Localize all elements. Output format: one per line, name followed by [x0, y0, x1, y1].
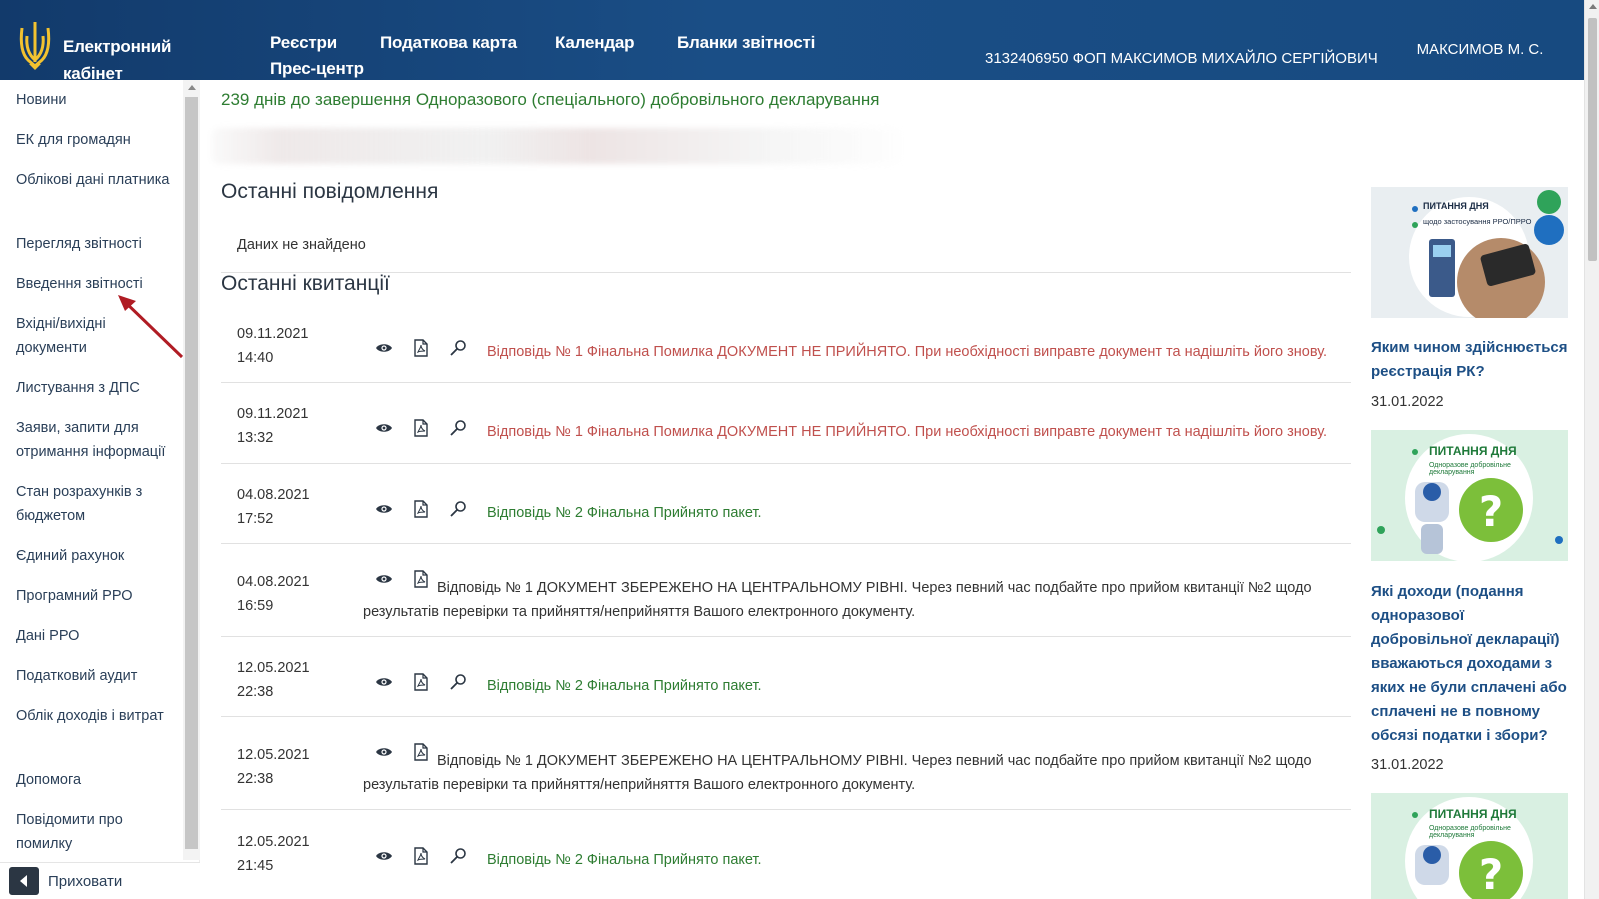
news-date: 31.01.2022 — [1371, 394, 1444, 410]
divider — [221, 543, 1351, 544]
sidebar-scrollbar-thumb[interactable] — [185, 97, 198, 849]
sidebar-item-correspondence[interactable]: Листування з ДПС — [16, 376, 176, 400]
svg-text:?: ? — [1479, 487, 1503, 536]
divider — [221, 716, 1351, 717]
sidebar-item-requests[interactable]: Заяви, запити для отримання інформації — [16, 416, 176, 464]
view-eye-icon[interactable] — [375, 500, 393, 518]
main-content: 239 днів до завершення Одноразового (спе… — [201, 80, 1351, 899]
divider — [221, 636, 1351, 637]
top-header: Електронний кабінет Реєстри Податкова ка… — [0, 0, 1599, 83]
pdf-icon[interactable] — [412, 500, 430, 518]
view-eye-icon[interactable] — [375, 419, 393, 437]
sidebar-item-report-error[interactable]: Повідомити про помилку — [16, 808, 176, 856]
signature-key-icon[interactable] — [449, 673, 467, 691]
signature-key-icon[interactable] — [449, 419, 467, 437]
sidebar-item-citizens[interactable]: ЕК для громадян — [16, 128, 176, 152]
receipt-actions — [375, 500, 486, 518]
sidebar-item-view-reports[interactable]: Перегляд звітності — [16, 232, 176, 256]
sidebar-scrollbar[interactable] — [183, 80, 200, 860]
receipt-message: Відповідь № 1 ДОКУМЕНТ ЗБЕРЕЖЕНО НА ЦЕНТ… — [363, 753, 1312, 793]
hide-sidebar-button[interactable]: Приховати — [0, 862, 200, 899]
collapse-left-icon — [9, 867, 39, 895]
nav-press-center[interactable]: Прес-центр — [270, 59, 364, 79]
sidebar-scroll-up-icon[interactable] — [188, 85, 196, 90]
receipt-date: 12.05.2021 22:38 — [237, 747, 310, 787]
receipts-title: Останні квитанції — [221, 272, 390, 295]
messages-empty: Даних не знайдено — [237, 237, 366, 253]
signature-key-icon[interactable] — [449, 847, 467, 865]
receipt-actions — [375, 847, 486, 865]
receipt-date: 09.11.2021 13:32 — [237, 406, 309, 446]
divider — [221, 463, 1351, 464]
sidebar-item-news[interactable]: Новини — [16, 88, 176, 112]
news-image[interactable] — [1371, 187, 1568, 318]
messages-title: Останні повідомлення — [221, 180, 439, 203]
pdf-icon[interactable] — [412, 419, 430, 437]
receipt-date: 09.11.2021 14:40 — [237, 326, 309, 366]
receipt-date: 04.08.2021 16:59 — [237, 574, 310, 614]
receipt-message: Відповідь № 2 Фінальна Прийнято пакет. — [487, 505, 762, 521]
sidebar-item-account-data[interactable]: Облікові дані платника — [16, 168, 176, 192]
sidebar-item-enter-reports[interactable]: Введення звітності — [16, 272, 176, 296]
sidebar-item-help[interactable]: Допомога — [16, 768, 176, 792]
sidebar-menu: Новини ЕК для громадян Облікові дані пла… — [0, 80, 183, 860]
receipt-date: 04.08.2021 17:52 — [237, 487, 310, 527]
divider — [221, 272, 1351, 273]
sidebar: Новини ЕК для громадян Облікові дані пла… — [0, 80, 200, 899]
pdf-icon[interactable] — [412, 339, 430, 357]
sidebar-item-documents[interactable]: Вхідні/вихідні документи — [16, 312, 176, 360]
nav-report-forms[interactable]: Бланки звітності — [677, 33, 815, 53]
news-date: 31.01.2022 — [1371, 757, 1444, 773]
pdf-icon[interactable] — [412, 847, 430, 865]
news-title[interactable]: Які доходи (подання одноразової добровіл… — [1371, 580, 1568, 748]
sidebar-item-budget[interactable]: Стан розрахунків з бюджетом — [16, 480, 176, 528]
nav-tax-map[interactable]: Податкова карта — [380, 33, 517, 53]
receipt-message: Відповідь № 1 Фінальна Помилка ДОКУМЕНТ … — [487, 424, 1328, 440]
declaration-countdown-banner[interactable]: 239 днів до завершення Одноразового (спе… — [221, 90, 879, 110]
hide-sidebar-label: Приховати — [48, 872, 123, 890]
news-title[interactable]: Яким чином здійснюється реєстрація РК? — [1371, 336, 1568, 384]
taxpayer-info[interactable]: 3132406950 ФОП МАКСИМОВ МИХАЙЛО СЕРГІЙОВ… — [985, 50, 1378, 67]
receipt-message: Відповідь № 2 Фінальна Прийнято пакет. — [487, 678, 762, 694]
receipt-date: 12.05.2021 21:45 — [237, 834, 310, 874]
pdf-icon[interactable] — [412, 673, 430, 691]
sidebar-item-rro-data[interactable]: Дані РРО — [16, 624, 176, 648]
main-nav: Реєстри Податкова карта Календар Бланки … — [270, 33, 830, 83]
scrollbar-thumb[interactable] — [1588, 18, 1597, 261]
news-image[interactable]: ? — [1371, 430, 1568, 561]
divider — [221, 809, 1351, 810]
user-name[interactable]: МАКСИМОВ М. С. — [1410, 38, 1550, 62]
view-eye-icon[interactable] — [375, 339, 393, 357]
sidebar-item-software-rro[interactable]: Програмний РРО — [16, 584, 176, 608]
blurred-notice — [211, 128, 901, 164]
receipt-actions — [375, 339, 486, 357]
view-eye-icon[interactable] — [375, 673, 393, 691]
divider — [221, 382, 1351, 383]
scroll-up-icon[interactable] — [1589, 4, 1597, 9]
sidebar-item-tax-audit[interactable]: Податковий аудит — [16, 664, 176, 688]
receipt-message: Відповідь № 1 ДОКУМЕНТ ЗБЕРЕЖЕНО НА ЦЕНТ… — [363, 580, 1312, 620]
sidebar-item-single-account[interactable]: Єдиний рахунок — [16, 544, 176, 568]
news-image[interactable]: ? — [1371, 793, 1568, 899]
brand-title[interactable]: Електронний кабінет — [63, 33, 213, 87]
trident-logo-icon[interactable] — [16, 20, 54, 72]
signature-key-icon[interactable] — [449, 339, 467, 357]
sidebar-item-income-expenses[interactable]: Облік доходів і витрат — [16, 704, 176, 728]
receipt-message: Відповідь № 1 Фінальна Помилка ДОКУМЕНТ … — [487, 344, 1328, 360]
receipt-message: Відповідь № 2 Фінальна Прийнято пакет. — [487, 852, 762, 868]
receipt-actions — [375, 419, 486, 437]
signature-key-icon[interactable] — [449, 500, 467, 518]
view-eye-icon[interactable] — [375, 847, 393, 865]
nav-calendar[interactable]: Календар — [555, 33, 635, 53]
receipt-actions — [375, 673, 486, 691]
svg-text:?: ? — [1479, 850, 1503, 899]
receipt-date: 12.05.2021 22:38 — [237, 660, 310, 700]
page-scrollbar[interactable] — [1584, 0, 1599, 899]
nav-registries[interactable]: Реєстри — [270, 33, 337, 53]
